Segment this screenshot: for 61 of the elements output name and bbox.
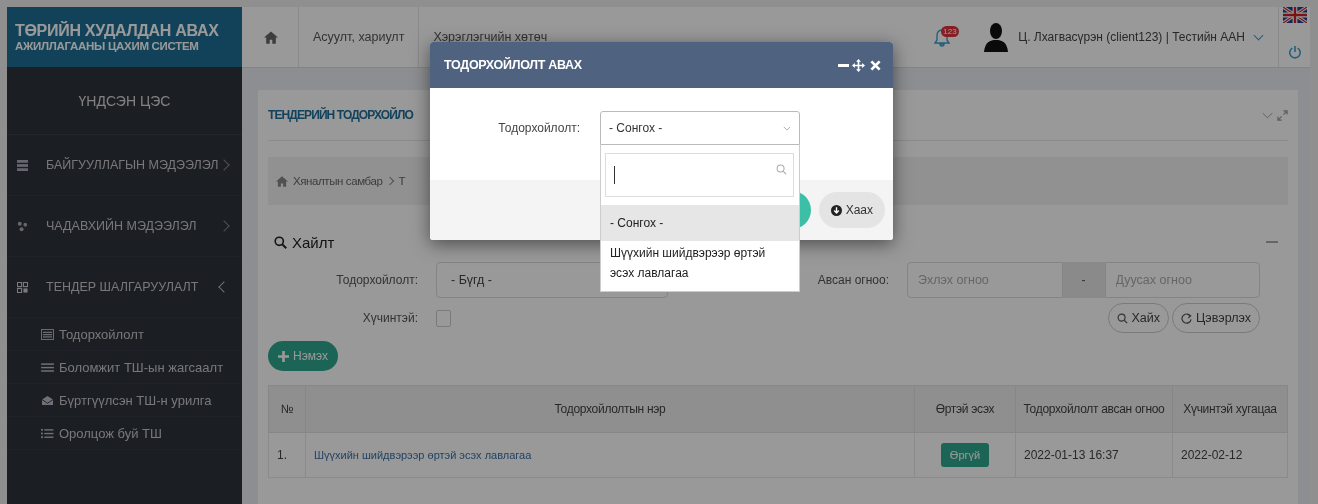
field-label: Авсан огноо:: [817, 273, 889, 287]
qr-code-icon: [17, 281, 28, 293]
submenu-item[interactable]: Боломжит ТШ-ын жагсаалт: [7, 351, 242, 384]
brand-title: ТӨРИЙН ХУДАЛДАН АВАХ: [15, 22, 220, 40]
column-header: Хүчинтэй хугацаа: [1172, 385, 1288, 433]
grid-icon: [17, 159, 28, 171]
submenu-item[interactable]: Тодорхойлолт: [7, 318, 242, 351]
close-icon[interactable]: [870, 59, 881, 71]
move-icon[interactable]: [852, 58, 865, 72]
chevron-down-icon: [783, 125, 791, 131]
column-header: Өртэй эсэх: [914, 385, 1016, 433]
home-icon[interactable]: [264, 30, 278, 44]
column-header: №: [268, 385, 306, 433]
field-label: Хүчинтэй:: [361, 311, 418, 325]
flag-icon[interactable]: [1282, 7, 1307, 23]
search-field[interactable]: [605, 153, 794, 197]
refresh-icon: [1181, 312, 1193, 324]
page-title: ТЕНДЕРИЙН ТОДОРХОЙЛО: [268, 108, 413, 122]
table-cell: 2022-02-12: [1172, 432, 1288, 478]
list-icon: [41, 361, 54, 373]
list-icon: [41, 427, 54, 439]
search-icon: [274, 235, 287, 249]
reset-button[interactable]: Цэвэрлэх: [1172, 303, 1260, 333]
nav-link[interactable]: Асуулт, хариулт: [298, 7, 419, 67]
breadcrumb-link[interactable]: Хяналтын самбар: [293, 175, 383, 187]
notification-badge: 123: [941, 26, 959, 37]
field-label: Тодорхойлолт:: [335, 273, 418, 287]
sidebar-item-label: ТЕНДЕР ШАЛГАРУУЛАЛТ: [46, 280, 200, 294]
close-button[interactable]: Хаах: [818, 192, 885, 228]
add-button[interactable]: Нэмэх: [268, 341, 339, 371]
table-cell: 1.: [268, 432, 306, 478]
field-label: Тодорхойлолт:: [497, 121, 580, 135]
dropdown-option[interactable]: - Сонгох -: [601, 205, 799, 241]
checkbox[interactable]: [436, 309, 451, 327]
power-icon[interactable]: [1287, 45, 1302, 59]
column-header: Тодорхойлолт авсан огноо: [1015, 385, 1173, 433]
brand-subtitle: АЖИЛЛАГААНЫ ЦАХИМ СИСТЕМ: [15, 40, 200, 52]
select-field[interactable]: - Сонгох -: [600, 111, 800, 145]
plus-icon: [278, 350, 289, 362]
user-menu[interactable]: Ц. Лхагвасүрэн (client123) | Тестийн ААН: [1018, 30, 1245, 44]
envelope-icon: [41, 394, 54, 406]
minimize-icon[interactable]: [838, 63, 849, 67]
search-icon: [776, 163, 787, 175]
expand-icon[interactable]: [1277, 109, 1288, 121]
person-silhouette-icon: [984, 22, 1009, 52]
range-separator: -: [1062, 262, 1105, 298]
nodes-icon: [17, 220, 28, 232]
table-icon: [41, 328, 54, 340]
record-link[interactable]: Шүүхийн шийдвэрээр өртэй эсэх лавлагаа: [314, 449, 532, 461]
table-cell: 2022-01-13 16:37: [1015, 432, 1173, 478]
breadcrumb-link[interactable]: Т: [398, 175, 406, 187]
sidebar-item-label: ЧАДАВХИЙН МЭДЭЭЛЭЛ: [46, 219, 198, 233]
home-icon[interactable]: [276, 175, 288, 187]
submenu-item[interactable]: Бүртгүүлсэн ТШ-н урилга: [7, 384, 242, 417]
search-button[interactable]: Хайх: [1107, 303, 1170, 333]
section-title: Хайлт: [292, 233, 335, 251]
search-icon: [1116, 312, 1128, 324]
column-header: Тодорхойлолтын нэр: [305, 385, 915, 433]
arrow-down-circle-icon: [830, 204, 842, 216]
status-label: Өргүй: [940, 443, 990, 467]
sidebar-item-label: БАЙГУУЛЛАГЫН МЭДЭЭЛЭЛ: [46, 158, 220, 172]
